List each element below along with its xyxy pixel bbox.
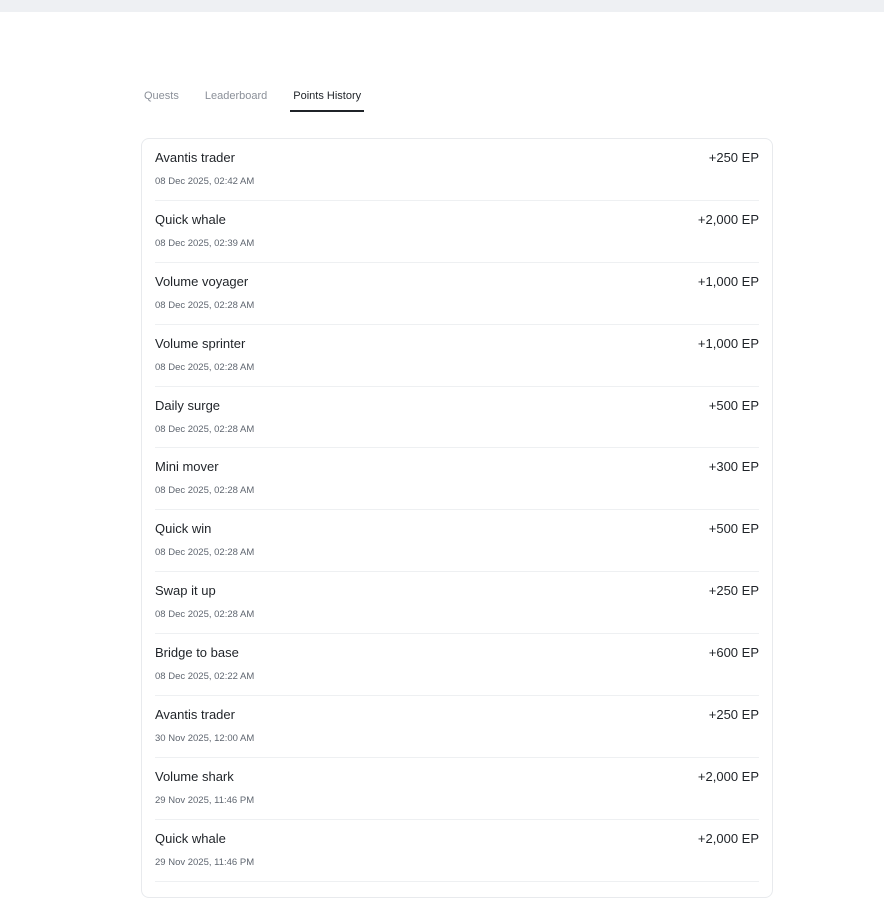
history-title: Avantis trader bbox=[155, 150, 235, 165]
history-title: Volume sprinter bbox=[155, 335, 246, 351]
history-points: +1,000 EP bbox=[697, 335, 759, 351]
history-title: Swap it up bbox=[155, 583, 216, 599]
history-date: 08 Dec 2025, 02:42 AM bbox=[155, 176, 255, 187]
history-points: +600 EP bbox=[708, 645, 759, 661]
history-date: 08 Dec 2025, 02:39 AM bbox=[155, 237, 255, 249]
history-row: Quick win 08 Dec 2025, 02:28 AM +500 EP bbox=[155, 510, 759, 573]
history-points: +2,000 EP bbox=[697, 211, 759, 227]
history-row: Quick whale 08 Dec 2025, 02:39 AM +2,000 E… bbox=[155, 201, 759, 263]
tab-leaderboard[interactable]: Leaderboard bbox=[202, 86, 270, 112]
history-title: Mini mover bbox=[155, 459, 219, 475]
history-points: +250 EP bbox=[708, 583, 759, 599]
history-title: Quick whale bbox=[155, 830, 226, 846]
tab-bar: Quests Leaderboard Points History bbox=[141, 86, 384, 112]
history-date: 08 Dec 2025, 02:28 AM bbox=[155, 547, 255, 559]
history-date: 08 Dec 2025, 02:28 AM bbox=[155, 423, 255, 435]
history-row: Bridge to base 08 Dec 2025, 02:22 AM +600 … bbox=[155, 634, 759, 697]
history-title: Volume voyager bbox=[155, 273, 249, 289]
points-history-list: Avantis trader 08 Dec 2025, 02:42 AM +250 … bbox=[141, 138, 773, 898]
history-date: 08 Dec 2025, 02:28 AM bbox=[155, 361, 255, 373]
history-title: Avantis trader bbox=[155, 707, 235, 723]
top-banner bbox=[0, 0, 884, 12]
history-row: Quick whale 29 Nov 2025, 11:46 PM +2,000 E… bbox=[155, 820, 759, 882]
tab-points-history[interactable]: Points History bbox=[290, 86, 365, 112]
history-points: +250 EP bbox=[708, 707, 759, 723]
history-date: 29 Nov 2025, 11:46 PM bbox=[155, 794, 255, 806]
history-title: Quick whale bbox=[155, 211, 226, 227]
history-points: +300 EP bbox=[708, 459, 759, 475]
history-points: +2,000 EP bbox=[697, 830, 759, 846]
history-title: Daily surge bbox=[155, 397, 221, 413]
history-date: 30 Nov 2025, 12:00 AM bbox=[155, 733, 255, 745]
history-row: Avantis trader 08 Dec 2025, 02:42 AM +250 … bbox=[155, 139, 759, 201]
history-title: Quick win bbox=[155, 521, 212, 537]
history-row: Avantis trader 30 Nov 2025, 12:00 AM +250 … bbox=[155, 696, 759, 758]
history-date: 08 Dec 2025, 02:22 AM bbox=[155, 671, 255, 683]
history-points: +2,000 EP bbox=[697, 768, 759, 784]
history-title: Volume shark bbox=[155, 768, 234, 784]
history-row: Volume shark 29 Nov 2025, 11:46 PM +2,000 … bbox=[155, 758, 759, 820]
history-points: +500 EP bbox=[708, 521, 759, 537]
tab-quests[interactable]: Quests bbox=[141, 86, 182, 112]
history-date: 08 Dec 2025, 02:28 AM bbox=[155, 485, 255, 497]
history-points: +250 EP bbox=[708, 150, 759, 165]
history-points: +500 EP bbox=[708, 397, 759, 413]
history-title: Bridge to base bbox=[155, 645, 239, 661]
history-row: Mini mover 08 Dec 2025, 02:28 AM +300 EP bbox=[155, 448, 759, 511]
history-row: Swap it up 08 Dec 2025, 02:28 AM +250 EP bbox=[155, 572, 759, 635]
history-date: 08 Dec 2025, 02:28 AM bbox=[155, 609, 255, 621]
history-date: 08 Dec 2025, 02:28 AM bbox=[155, 299, 255, 311]
history-row: Volume voyager 08 Dec 2025, 02:28 AM +1,00… bbox=[155, 263, 759, 325]
history-points: +1,000 EP bbox=[697, 273, 759, 289]
history-row: Volume sprinter 08 Dec 2025, 02:28 AM +1,0… bbox=[155, 325, 759, 387]
history-date: 29 Nov 2025, 11:46 PM bbox=[155, 856, 255, 868]
history-row: Daily surge 08 Dec 2025, 02:28 AM +500 EP bbox=[155, 387, 759, 449]
